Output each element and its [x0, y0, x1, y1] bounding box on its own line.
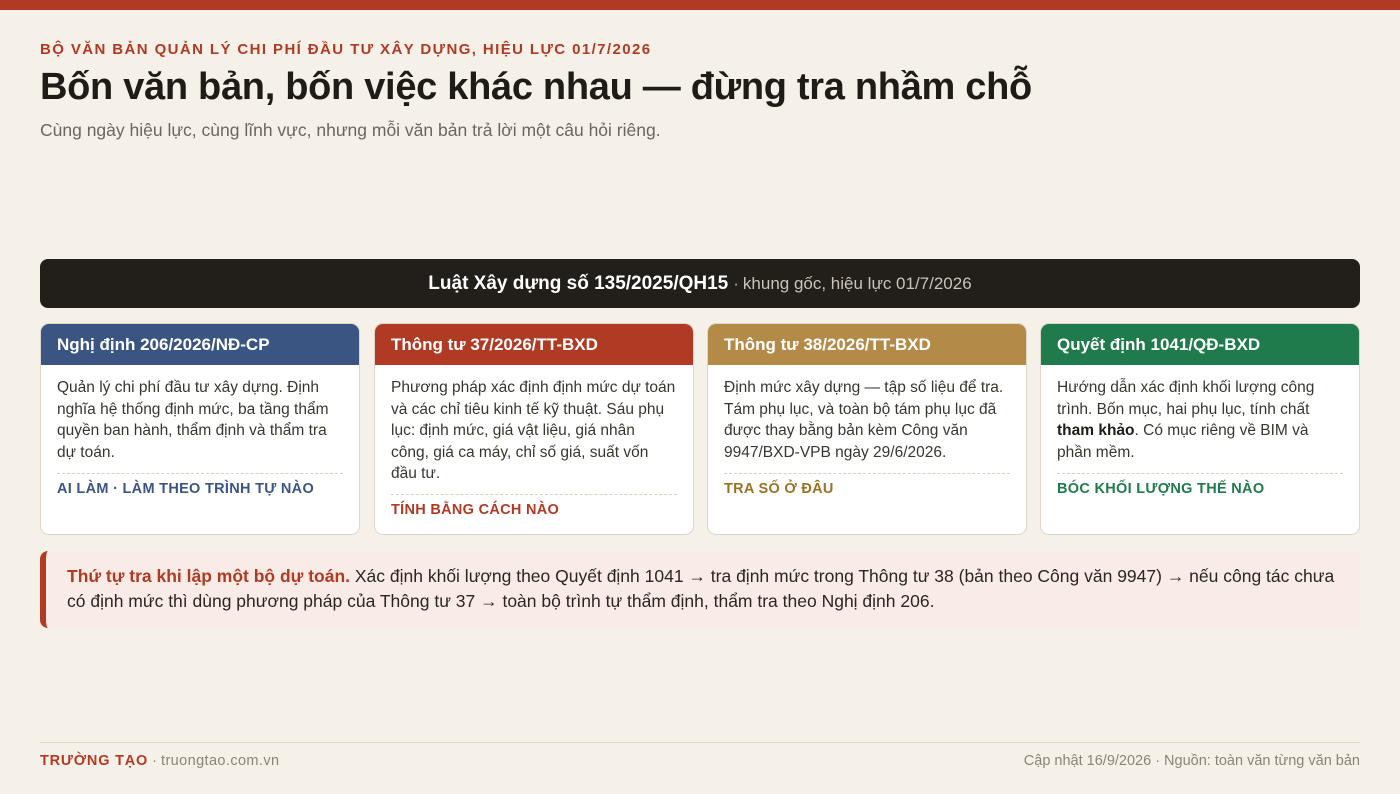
- card-header: Thông tư 37/2026/TT-BXD: [375, 324, 693, 365]
- footer-update-note: Cập nhật 16/9/2026 · Nguồn: toàn văn từn…: [1023, 753, 1360, 769]
- law-banner-separator: ·: [733, 273, 739, 293]
- footer-separator: ·: [148, 753, 162, 769]
- card-body-text: Hướng dẫn xác định khối lượng công trình…: [1057, 379, 1315, 418]
- card-divider: [1057, 473, 1343, 474]
- site-link[interactable]: truongtao.com.vn: [161, 753, 279, 769]
- callout-lead: Thứ tự tra khi lập một bộ dự toán.: [67, 566, 351, 586]
- card-circular-38: Thông tư 38/2026/TT-BXD Định mức xây dựn…: [707, 323, 1027, 535]
- card-tag: AI LÀM · LÀM THEO TRÌNH TỰ NÀO: [57, 481, 315, 497]
- card-body: Quản lý chi phí đầu tư xây dựng. Định ng…: [57, 379, 329, 461]
- card-divider: [57, 473, 343, 474]
- card-decision-1041: Quyết định 1041/QĐ-BXD Hướng dẫn xác địn…: [1040, 323, 1360, 535]
- law-banner: Luật Xây dựng số 135/2025/QH15 · khung g…: [40, 259, 1360, 308]
- page-subtitle: Cùng ngày hiệu lực, cùng lĩnh vực, nhưng…: [40, 120, 661, 140]
- card-divider: [391, 494, 677, 495]
- card-divider: [724, 473, 1010, 474]
- card-tag: TRA SỐ Ở ĐÂU: [724, 481, 834, 497]
- page: BỘ VĂN BẢN QUẢN LÝ CHI PHÍ ĐẦU TƯ XÂY DỰ…: [40, 0, 1360, 794]
- card-body-emphasis: tham khảo: [1057, 422, 1135, 439]
- card-body: Hướng dẫn xác định khối lượng công trình…: [1041, 365, 1359, 484]
- card-tag: TÍNH BẰNG CÁCH NÀO: [391, 502, 560, 518]
- eyebrow-label: BỘ VĂN BẢN QUẢN LÝ CHI PHÍ ĐẦU TƯ XÂY DỰ…: [40, 41, 652, 58]
- card-decree-206: Nghị định 206/2026/NĐ-CP Quản lý chi phí…: [40, 323, 360, 535]
- card-body: Định mức xây dựng — tập số liệu để tra. …: [724, 379, 1004, 461]
- footer-brand: TRƯỜNG TẠO · truongtao.com.vn: [40, 753, 279, 769]
- card-circular-37: Thông tư 37/2026/TT-BXD Phương pháp xác …: [374, 323, 694, 535]
- card-tag: BÓC KHỐI LƯỢNG THẾ NÀO: [1057, 481, 1265, 497]
- card-header: Nghị định 206/2026/NĐ-CP: [41, 324, 359, 365]
- brand-name: TRƯỜNG TẠO: [40, 753, 149, 769]
- law-banner-title: Luật Xây dựng số 135/2025/QH15: [428, 272, 729, 294]
- law-banner-note: khung gốc, hiệu lực 01/7/2026: [742, 273, 972, 293]
- card-header: Quyết định 1041/QĐ-BXD: [1041, 324, 1359, 365]
- footer-divider: [40, 742, 1360, 743]
- lookup-order-callout: Thứ tự tra khi lập một bộ dự toán. Xác đ…: [40, 551, 1360, 628]
- document-cards: Nghị định 206/2026/NĐ-CP Quản lý chi phí…: [40, 323, 1360, 535]
- card-header: Thông tư 38/2026/TT-BXD: [708, 324, 1026, 365]
- card-body: Phương pháp xác định định mức dự toán và…: [391, 379, 676, 482]
- page-title: Bốn văn bản, bốn việc khác nhau — đừng t…: [40, 66, 1032, 108]
